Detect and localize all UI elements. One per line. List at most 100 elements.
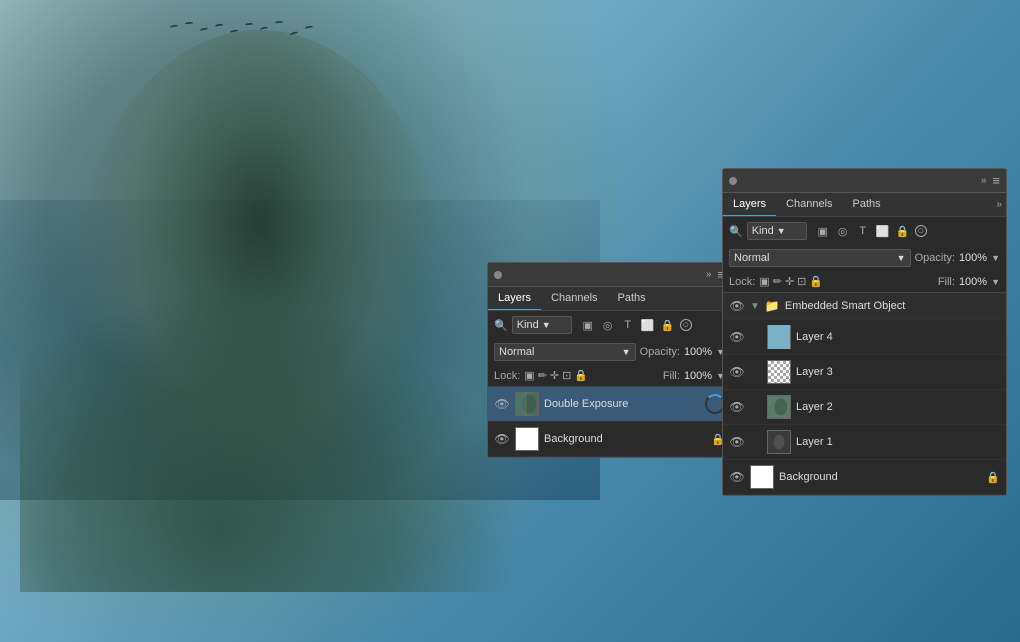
filter-type-icon[interactable]: T	[620, 317, 636, 333]
panel-small-arrows: »	[706, 269, 712, 280]
lock-icons-small: ▣ ✏ ✛ ⊡ 🔒	[524, 369, 588, 382]
filter-toggle-large[interactable]: ○	[915, 225, 927, 237]
blend-mode-small[interactable]: Normal ▼	[494, 343, 636, 361]
lock-paint-large[interactable]: ✏	[773, 275, 782, 288]
layer-name-background-large: Background	[779, 471, 981, 483]
kind-arrow-small: ▼	[542, 320, 551, 330]
panel-large-close[interactable]	[729, 177, 737, 185]
eye-icon-layer4[interactable]: 👁	[729, 329, 745, 345]
eye-icon-layer1[interactable]: 👁	[729, 434, 745, 450]
search-icon-large: 🔍	[729, 225, 743, 238]
group-arrow-smart-object[interactable]: ▼	[750, 301, 760, 312]
layer-name-layer1: Layer 1	[796, 436, 1000, 448]
lock-artboard-small[interactable]: ⊡	[562, 369, 571, 382]
filter-shape-icon-large[interactable]: ⬜	[875, 223, 891, 239]
panel-small-lock-row: Lock: ▣ ✏ ✛ ⊡ 🔒 Fill: 100% ▼	[488, 365, 731, 387]
lock-transparency-small[interactable]: ▣	[524, 369, 534, 382]
layer-item-background-large[interactable]: 👁 Background 🔒	[723, 460, 1006, 495]
opacity-value-small[interactable]: 100%	[684, 346, 712, 358]
eye-icon-layer2[interactable]: 👁	[729, 399, 745, 415]
layer-thumb-layer3	[767, 360, 791, 384]
eye-icon-background-small[interactable]: 👁	[494, 431, 510, 447]
layer-name-layer3: Layer 3	[796, 366, 1000, 378]
lock-position-large[interactable]: ✛	[785, 275, 794, 288]
filter-pixel-icon-large[interactable]: ▣	[815, 223, 831, 239]
panel-large-menu[interactable]: ≡	[992, 173, 1000, 188]
filter-icons-small: ▣ ◎ T ⬜ 🔒	[580, 317, 676, 333]
layer-thumb-background-large	[750, 465, 774, 489]
search-icon-small: 🔍	[494, 319, 508, 332]
filter-icons-large: ▣ ◎ T ⬜ 🔒	[815, 223, 911, 239]
tab-large-more[interactable]: »	[996, 199, 1002, 210]
eye-icon-smart-object[interactable]: 👁	[729, 298, 745, 314]
layer-name-smart-object: Embedded Smart Object	[785, 300, 1000, 312]
lock-all-small[interactable]: 🔒	[574, 369, 588, 382]
blend-arrow-large: ▼	[897, 253, 906, 263]
layer-item-double-exposure[interactable]: 👁 Double Exposure	[488, 387, 731, 422]
blend-mode-large[interactable]: Normal ▼	[729, 249, 911, 267]
filter-pixel-icon[interactable]: ▣	[580, 317, 596, 333]
fill-label-large: Fill:	[938, 276, 955, 288]
filter-shape-icon[interactable]: ⬜	[640, 317, 656, 333]
panel-large-titlebar	[729, 177, 737, 185]
panel-large-search-row: 🔍 Kind ▼ ▣ ◎ T ⬜ 🔒 ○	[723, 217, 1006, 245]
filter-type-icon-large[interactable]: T	[855, 223, 871, 239]
lock-paint-small[interactable]: ✏	[538, 369, 547, 382]
tab-small-layers[interactable]: Layers	[488, 287, 541, 310]
opacity-label-small: Opacity:	[640, 346, 680, 358]
eye-icon-double-exposure[interactable]: 👁	[494, 396, 510, 412]
lock-label-small: Lock:	[494, 370, 520, 382]
kind-dropdown-small[interactable]: Kind ▼	[512, 316, 572, 334]
tab-large-paths[interactable]: Paths	[843, 193, 891, 216]
lock-all-large[interactable]: 🔒	[809, 275, 823, 288]
panel-large-arrows: »	[981, 175, 987, 186]
panel-small-close[interactable]	[494, 271, 502, 279]
layer-thumb-double-exposure	[515, 392, 539, 416]
layer-item-layer3[interactable]: 👁 Layer 3	[723, 355, 1006, 390]
tab-small-channels[interactable]: Channels	[541, 287, 607, 310]
layer-thumb-layer1	[767, 430, 791, 454]
layers-panel-large: » ≡ Layers Channels Paths » 🔍 Kind ▼ ▣ ◎…	[722, 168, 1007, 496]
panel-small-search-row: 🔍 Kind ▼ ▣ ◎ T ⬜ 🔒 ○	[488, 311, 731, 339]
layer-item-layer1[interactable]: 👁 Layer 1	[723, 425, 1006, 460]
filter-smart-icon-large[interactable]: 🔒	[895, 223, 911, 239]
panel-small-blend-row: Normal ▼ Opacity: 100% ▼	[488, 339, 731, 365]
layer-name-layer2: Layer 2	[796, 401, 1000, 413]
layer-name-layer4: Layer 4	[796, 331, 1000, 343]
panel-large-header: » ≡	[723, 169, 1006, 193]
opacity-value-large[interactable]: 100%	[959, 252, 987, 264]
layer-name-double-exposure: Double Exposure	[544, 398, 700, 410]
layer-item-smart-object[interactable]: 👁 ▼ 📁 Embedded Smart Object	[723, 293, 1006, 320]
layer-name-background-small: Background	[544, 433, 706, 445]
layer-thumb-layer2	[767, 395, 791, 419]
tab-small-paths[interactable]: Paths	[608, 287, 656, 310]
lock-artboard-large[interactable]: ⊡	[797, 275, 806, 288]
eye-icon-background-large[interactable]: 👁	[729, 469, 745, 485]
lock-transparency-large[interactable]: ▣	[759, 275, 769, 288]
tab-large-channels[interactable]: Channels	[776, 193, 842, 216]
layer-item-layer4[interactable]: 👁 Layer 4	[723, 320, 1006, 355]
filter-adjust-icon[interactable]: ◎	[600, 317, 616, 333]
lock-icons-large: ▣ ✏ ✛ ⊡ 🔒	[759, 275, 823, 288]
layer-item-background-small[interactable]: 👁 Background 🔒	[488, 422, 731, 457]
layer-thumb-background-small	[515, 427, 539, 451]
lock-position-small[interactable]: ✛	[550, 369, 559, 382]
panel-large-blend-row: Normal ▼ Opacity: 100% ▼	[723, 245, 1006, 271]
kind-arrow-large: ▼	[777, 226, 786, 236]
fill-label-small: Fill:	[663, 370, 680, 382]
filter-toggle-small[interactable]: ○	[680, 319, 692, 331]
panel-large-tabs: Layers Channels Paths »	[723, 193, 1006, 217]
tab-large-layers[interactable]: Layers	[723, 193, 776, 216]
fill-arrow-large: ▼	[991, 277, 1000, 287]
filter-smart-icon[interactable]: 🔒	[660, 317, 676, 333]
layer-thumb-layer4	[767, 325, 791, 349]
fill-value-small[interactable]: 100%	[684, 370, 712, 382]
layer-item-layer2[interactable]: 👁 Layer 2	[723, 390, 1006, 425]
eye-icon-layer3[interactable]: 👁	[729, 364, 745, 380]
panel-small-header: » ≡	[488, 263, 731, 287]
filter-adjust-icon-large[interactable]: ◎	[835, 223, 851, 239]
kind-dropdown-large[interactable]: Kind ▼	[747, 222, 807, 240]
fill-value-large[interactable]: 100%	[959, 276, 987, 288]
panel-large-lock-row: Lock: ▣ ✏ ✛ ⊡ 🔒 Fill: 100% ▼	[723, 271, 1006, 293]
panel-small-titlebar	[494, 271, 502, 279]
